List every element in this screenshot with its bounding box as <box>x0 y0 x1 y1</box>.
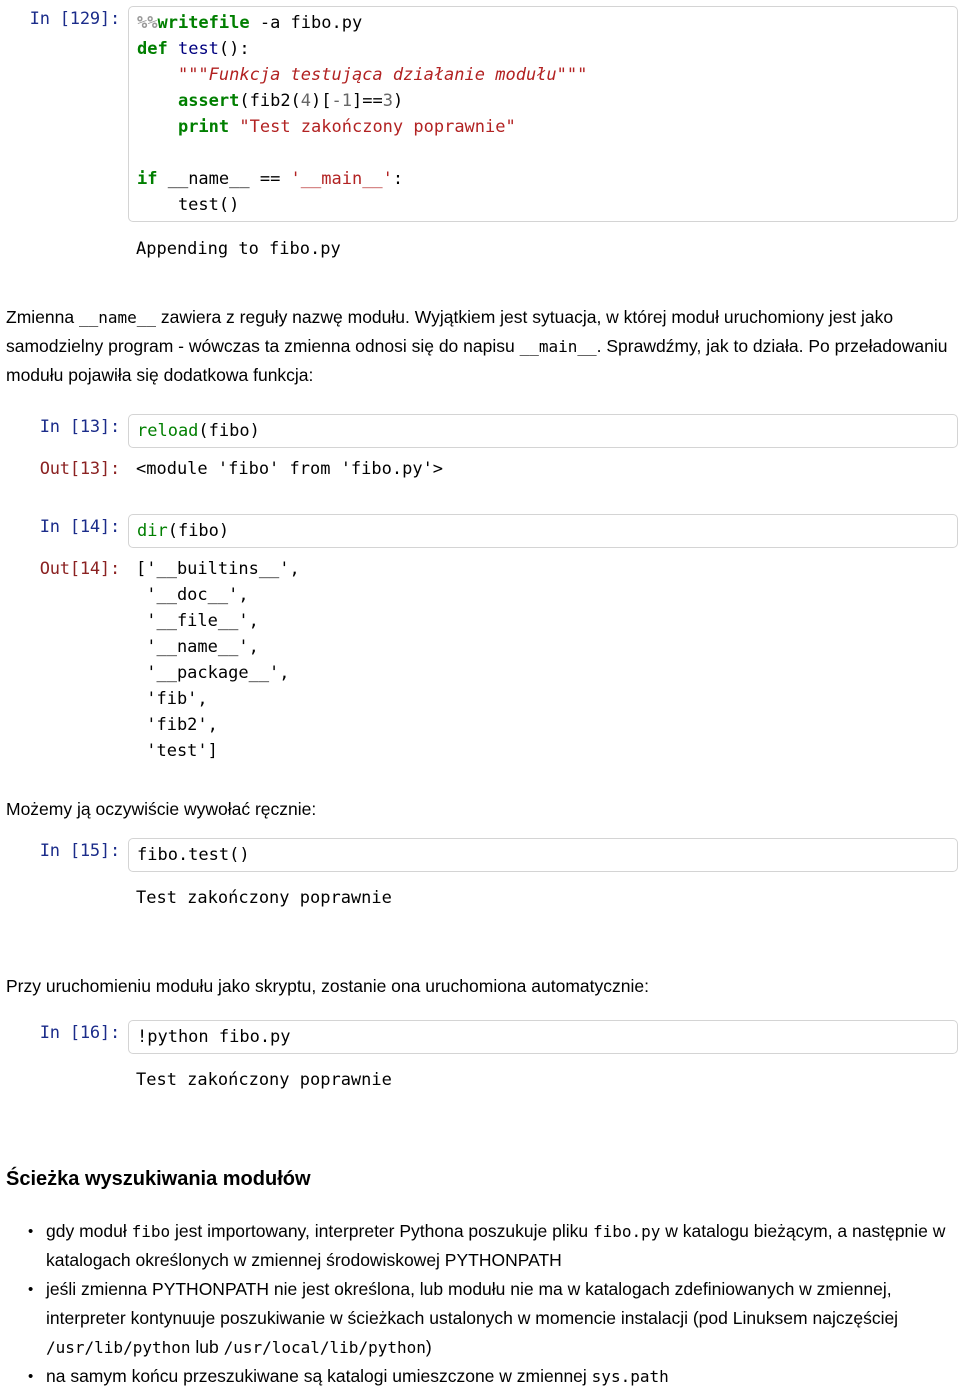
output-prompt-13: Out[13]: <box>39 459 120 479</box>
paragraph-script-run: Przy uruchomieniu modułu jako skryptu, z… <box>6 976 649 996</box>
bullet-text: jeśli zmienna PYTHONPATH nie jest określ… <box>46 1279 899 1328</box>
stream-output-test-ok-1: Test zakończony poprawnie <box>136 888 392 908</box>
code-cell-writefile[interactable]: In [129]: %%writefile -a fibo.py def tes… <box>0 6 960 262</box>
output-prompt-14: Out[14]: <box>39 559 120 579</box>
inline-code-dunder-name: __name__ <box>78 308 157 327</box>
keyword-if: if <box>137 169 158 189</box>
section-heading: Ścieżka wyszukiwania modułów <box>6 1168 311 1190</box>
paragraph-name-variable: Zmienna __name__ zawiera z reguły nazwę … <box>0 303 960 390</box>
input-prompt-15: In [15]: <box>39 841 120 861</box>
keyword-def: def <box>137 39 168 59</box>
section-module-search-path: Ścieżka wyszukiwania modułów gdy moduł f… <box>0 1168 960 1391</box>
bullet-import-lookup: gdy moduł fibo jest importowany, interpr… <box>28 1217 954 1275</box>
bullet-syspath: na samym końcu przeszukiwane są katalogi… <box>28 1362 954 1391</box>
code-cell-reload[interactable]: In [13]: reload(fibo) Out[13]: <module '… <box>0 414 960 482</box>
bullet-text: gdy moduł <box>46 1221 132 1241</box>
bullet-text: jest importowany, interpreter Pythona po… <box>170 1221 593 1241</box>
paragraph-manual-call: Możemy ją oczywiście wywołać ręcznie: <box>6 799 317 819</box>
string-main: '__main__' <box>290 169 393 189</box>
inline-code: fibo.py <box>592 1222 661 1241</box>
stream-output-test-ok-2: Test zakończony poprawnie <box>136 1070 392 1090</box>
prose-part-1: Zmienna <box>6 307 79 327</box>
code-input-writefile[interactable]: %%writefile -a fibo.py def test(): """Fu… <box>128 6 958 222</box>
code-cell-fibo-test[interactable]: In [15]: fibo.test() Test zakończony pop… <box>0 838 960 911</box>
result-reload: <module 'fibo' from 'fibo.py'> <box>136 459 444 479</box>
magic-writefile: %%writefile <box>137 13 250 33</box>
builtin-reload: reload <box>137 421 199 441</box>
input-prompt-13: In [13]: <box>39 417 120 437</box>
stream-output-appending: Appending to fibo.py <box>136 239 341 259</box>
input-prompt-129: In [129]: <box>29 9 121 29</box>
code-input-fibo-test[interactable]: fibo.test() <box>128 838 958 872</box>
docstring-test: """Funkcja testująca działanie modułu""" <box>177 65 588 85</box>
function-name-test: test <box>177 39 219 59</box>
inline-code: /usr/local/lib/python <box>223 1338 426 1357</box>
inline-code: sys.path <box>591 1367 669 1386</box>
input-prompt-16: In [16]: <box>39 1023 120 1043</box>
code-cell-python-script[interactable]: In [16]: !python fibo.py Test zakończony… <box>0 1020 960 1093</box>
notebook-page: In [129]: %%writefile -a fibo.py def tes… <box>0 0 960 1391</box>
bullet-text: ) <box>425 1337 432 1357</box>
code-cell-dir[interactable]: In [14]: dir(fibo) Out[14]: ['__builtins… <box>0 514 960 764</box>
string-test-ok: "Test zakończony poprawnie" <box>239 117 516 137</box>
inline-code: fibo <box>131 1222 171 1241</box>
bullet-text: lub <box>190 1337 224 1357</box>
inline-code-dunder-main: __main__ <box>519 337 597 356</box>
inline-code: /usr/lib/python <box>46 1338 191 1357</box>
keyword-print: print <box>177 117 230 137</box>
builtin-dir: dir <box>137 521 168 541</box>
result-dir-list: ['__builtins__', '__doc__', '__file__', … <box>136 559 300 761</box>
code-input-python-script[interactable]: !python fibo.py <box>128 1020 958 1054</box>
bullet-text: na samym końcu przeszukiwane są katalogi… <box>46 1366 592 1386</box>
bullet-pythonpath-fallback: jeśli zmienna PYTHONPATH nie jest określ… <box>28 1275 954 1362</box>
module-search-bullet-list: gdy moduł fibo jest importowany, interpr… <box>6 1217 954 1391</box>
input-prompt-14: In [14]: <box>39 517 120 537</box>
code-input-dir[interactable]: dir(fibo) <box>128 514 958 548</box>
code-input-reload[interactable]: reload(fibo) <box>128 414 958 448</box>
keyword-assert: assert <box>177 91 240 111</box>
